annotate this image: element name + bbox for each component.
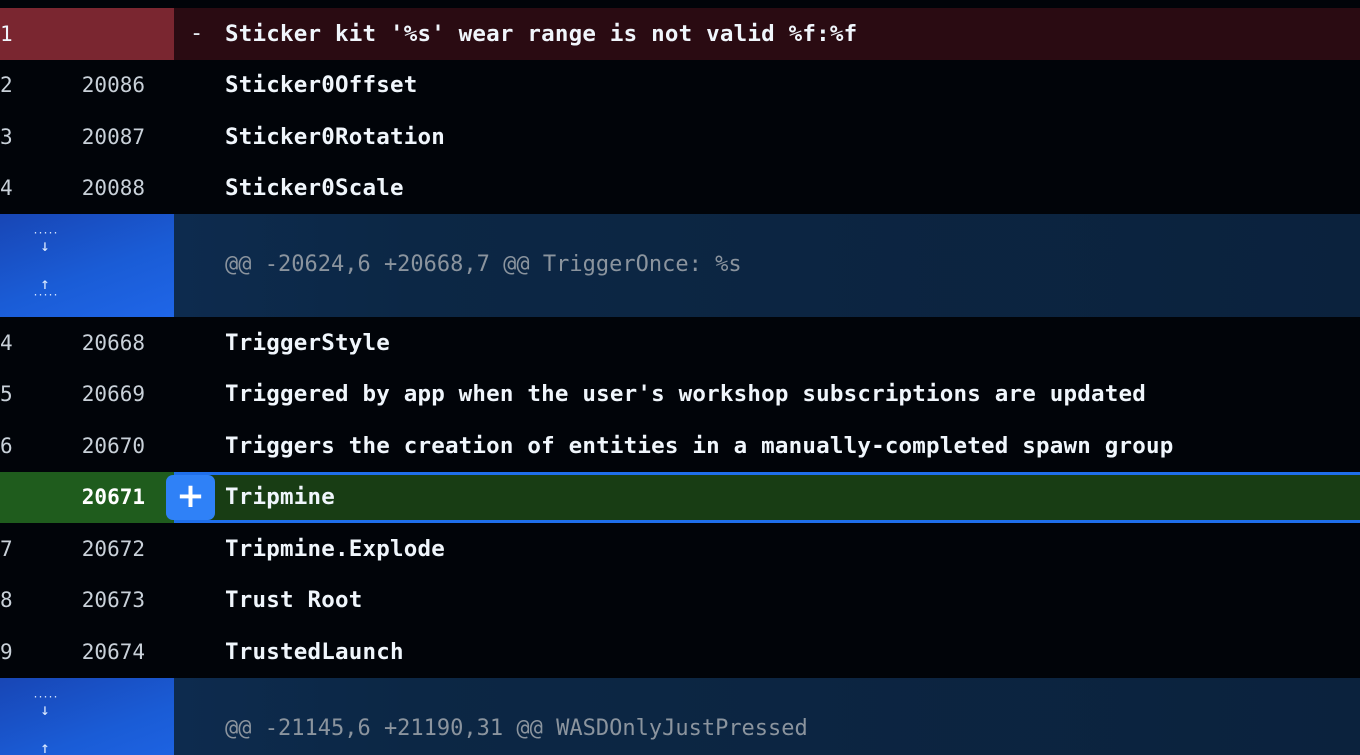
old-line-number[interactable]: 7	[0, 537, 20, 561]
new-line-number[interactable]: 20672	[60, 537, 145, 561]
dotted-line-icon: ·····	[32, 290, 58, 301]
line-code: Tripmine	[225, 484, 335, 511]
diff-row[interactable]: 3 20087 Sticker0Rotation	[0, 111, 1360, 163]
line-code: Sticker0Scale	[225, 175, 404, 202]
line-code: Triggered by app when the user's worksho…	[225, 381, 1146, 408]
add-comment-button[interactable]: +	[166, 474, 215, 520]
deleted-gutter	[0, 8, 174, 60]
arrow-up-icon: ↑	[40, 737, 50, 755]
new-line-number[interactable]: 20673	[60, 588, 145, 612]
new-line-number[interactable]: 20670	[60, 434, 145, 458]
line-code: Trust Root	[225, 587, 363, 614]
hunk-expand-gutter[interactable]: ····· ↓ ↑	[0, 677, 174, 755]
old-line-number[interactable]: 2	[0, 73, 20, 97]
new-line-number[interactable]: 20087	[60, 125, 145, 149]
new-line-number[interactable]: 20674	[60, 640, 145, 664]
old-line-number[interactable]: 4	[0, 176, 20, 200]
expand-down-button[interactable]: ····· ↓	[30, 692, 60, 719]
line-code: Sticker kit '%s' wear range is not valid…	[225, 20, 858, 47]
diff-row[interactable]: 2 20086 Sticker0Offset	[0, 59, 1360, 111]
old-line-number[interactable]: 8	[0, 588, 20, 612]
line-code: Sticker0Offset	[225, 72, 418, 99]
old-line-number[interactable]: 9	[0, 640, 20, 664]
diff-row[interactable]: 6 20670 Triggers the creation of entitie…	[0, 420, 1360, 472]
line-code: TriggerStyle	[225, 329, 390, 356]
old-line-number[interactable]: 5	[0, 382, 20, 406]
new-line-number[interactable]: 20086	[60, 73, 145, 97]
diff-row-added[interactable]: 20671 + Tripmine	[0, 471, 1360, 523]
old-line-number[interactable]: 1	[0, 22, 20, 46]
diff-row[interactable]: 4 20088 Sticker0Scale	[0, 162, 1360, 214]
hunk-header: ····· ↓ ↑ ····· @@ -20624,6 +20668,7 @@ …	[0, 214, 1360, 317]
diff-row[interactable]: 5 20669 Triggered by app when the user's…	[0, 368, 1360, 420]
diff-row[interactable]: 7 20672 Tripmine.Explode	[0, 523, 1360, 575]
diff-row[interactable]: 8 20673 Trust Root	[0, 574, 1360, 626]
expand-up-button[interactable]: ↑	[30, 737, 60, 755]
old-line-number[interactable]: 4	[0, 331, 20, 355]
diff-row-deleted[interactable]: 1 - Sticker kit '%s' wear range is not v…	[0, 8, 1360, 60]
hunk-header-text: @@ -21145,6 +21190,31 @@ WASDOnlyJustPre…	[225, 715, 808, 741]
new-line-number[interactable]: 20088	[60, 176, 145, 200]
diff-table: 1 - Sticker kit '%s' wear range is not v…	[0, 8, 1360, 755]
diff-marker-minus: -	[190, 21, 204, 47]
line-code: Tripmine.Explode	[225, 535, 445, 562]
line-code: Triggers the creation of entities in a m…	[225, 432, 1174, 459]
old-line-number[interactable]: 3	[0, 125, 20, 149]
hunk-expand-gutter[interactable]: ····· ↓ ↑ ·····	[0, 214, 174, 317]
expand-up-button[interactable]: ↑ ·····	[30, 276, 60, 301]
new-line-number[interactable]: 20669	[60, 382, 145, 406]
arrow-down-icon: ↓	[40, 236, 50, 255]
new-line-number[interactable]: 20671	[60, 485, 145, 509]
expand-down-button[interactable]: ····· ↓	[30, 229, 60, 255]
plus-icon: +	[176, 475, 205, 516]
arrow-down-icon: ↓	[40, 699, 50, 719]
diff-row[interactable]: 4 20668 TriggerStyle	[0, 317, 1360, 369]
hunk-header-text: @@ -20624,6 +20668,7 @@ TriggerOnce: %s	[225, 252, 742, 277]
diff-row[interactable]: 9 20674 TrustedLaunch	[0, 626, 1360, 678]
hunk-header: ····· ↓ ↑ @@ -21145,6 +21190,31 @@ WASDO…	[0, 677, 1360, 755]
old-line-number[interactable]: 6	[0, 434, 20, 458]
new-line-number[interactable]: 20668	[60, 331, 145, 355]
line-code: Sticker0Rotation	[225, 123, 445, 150]
line-code: TrustedLaunch	[225, 638, 404, 665]
